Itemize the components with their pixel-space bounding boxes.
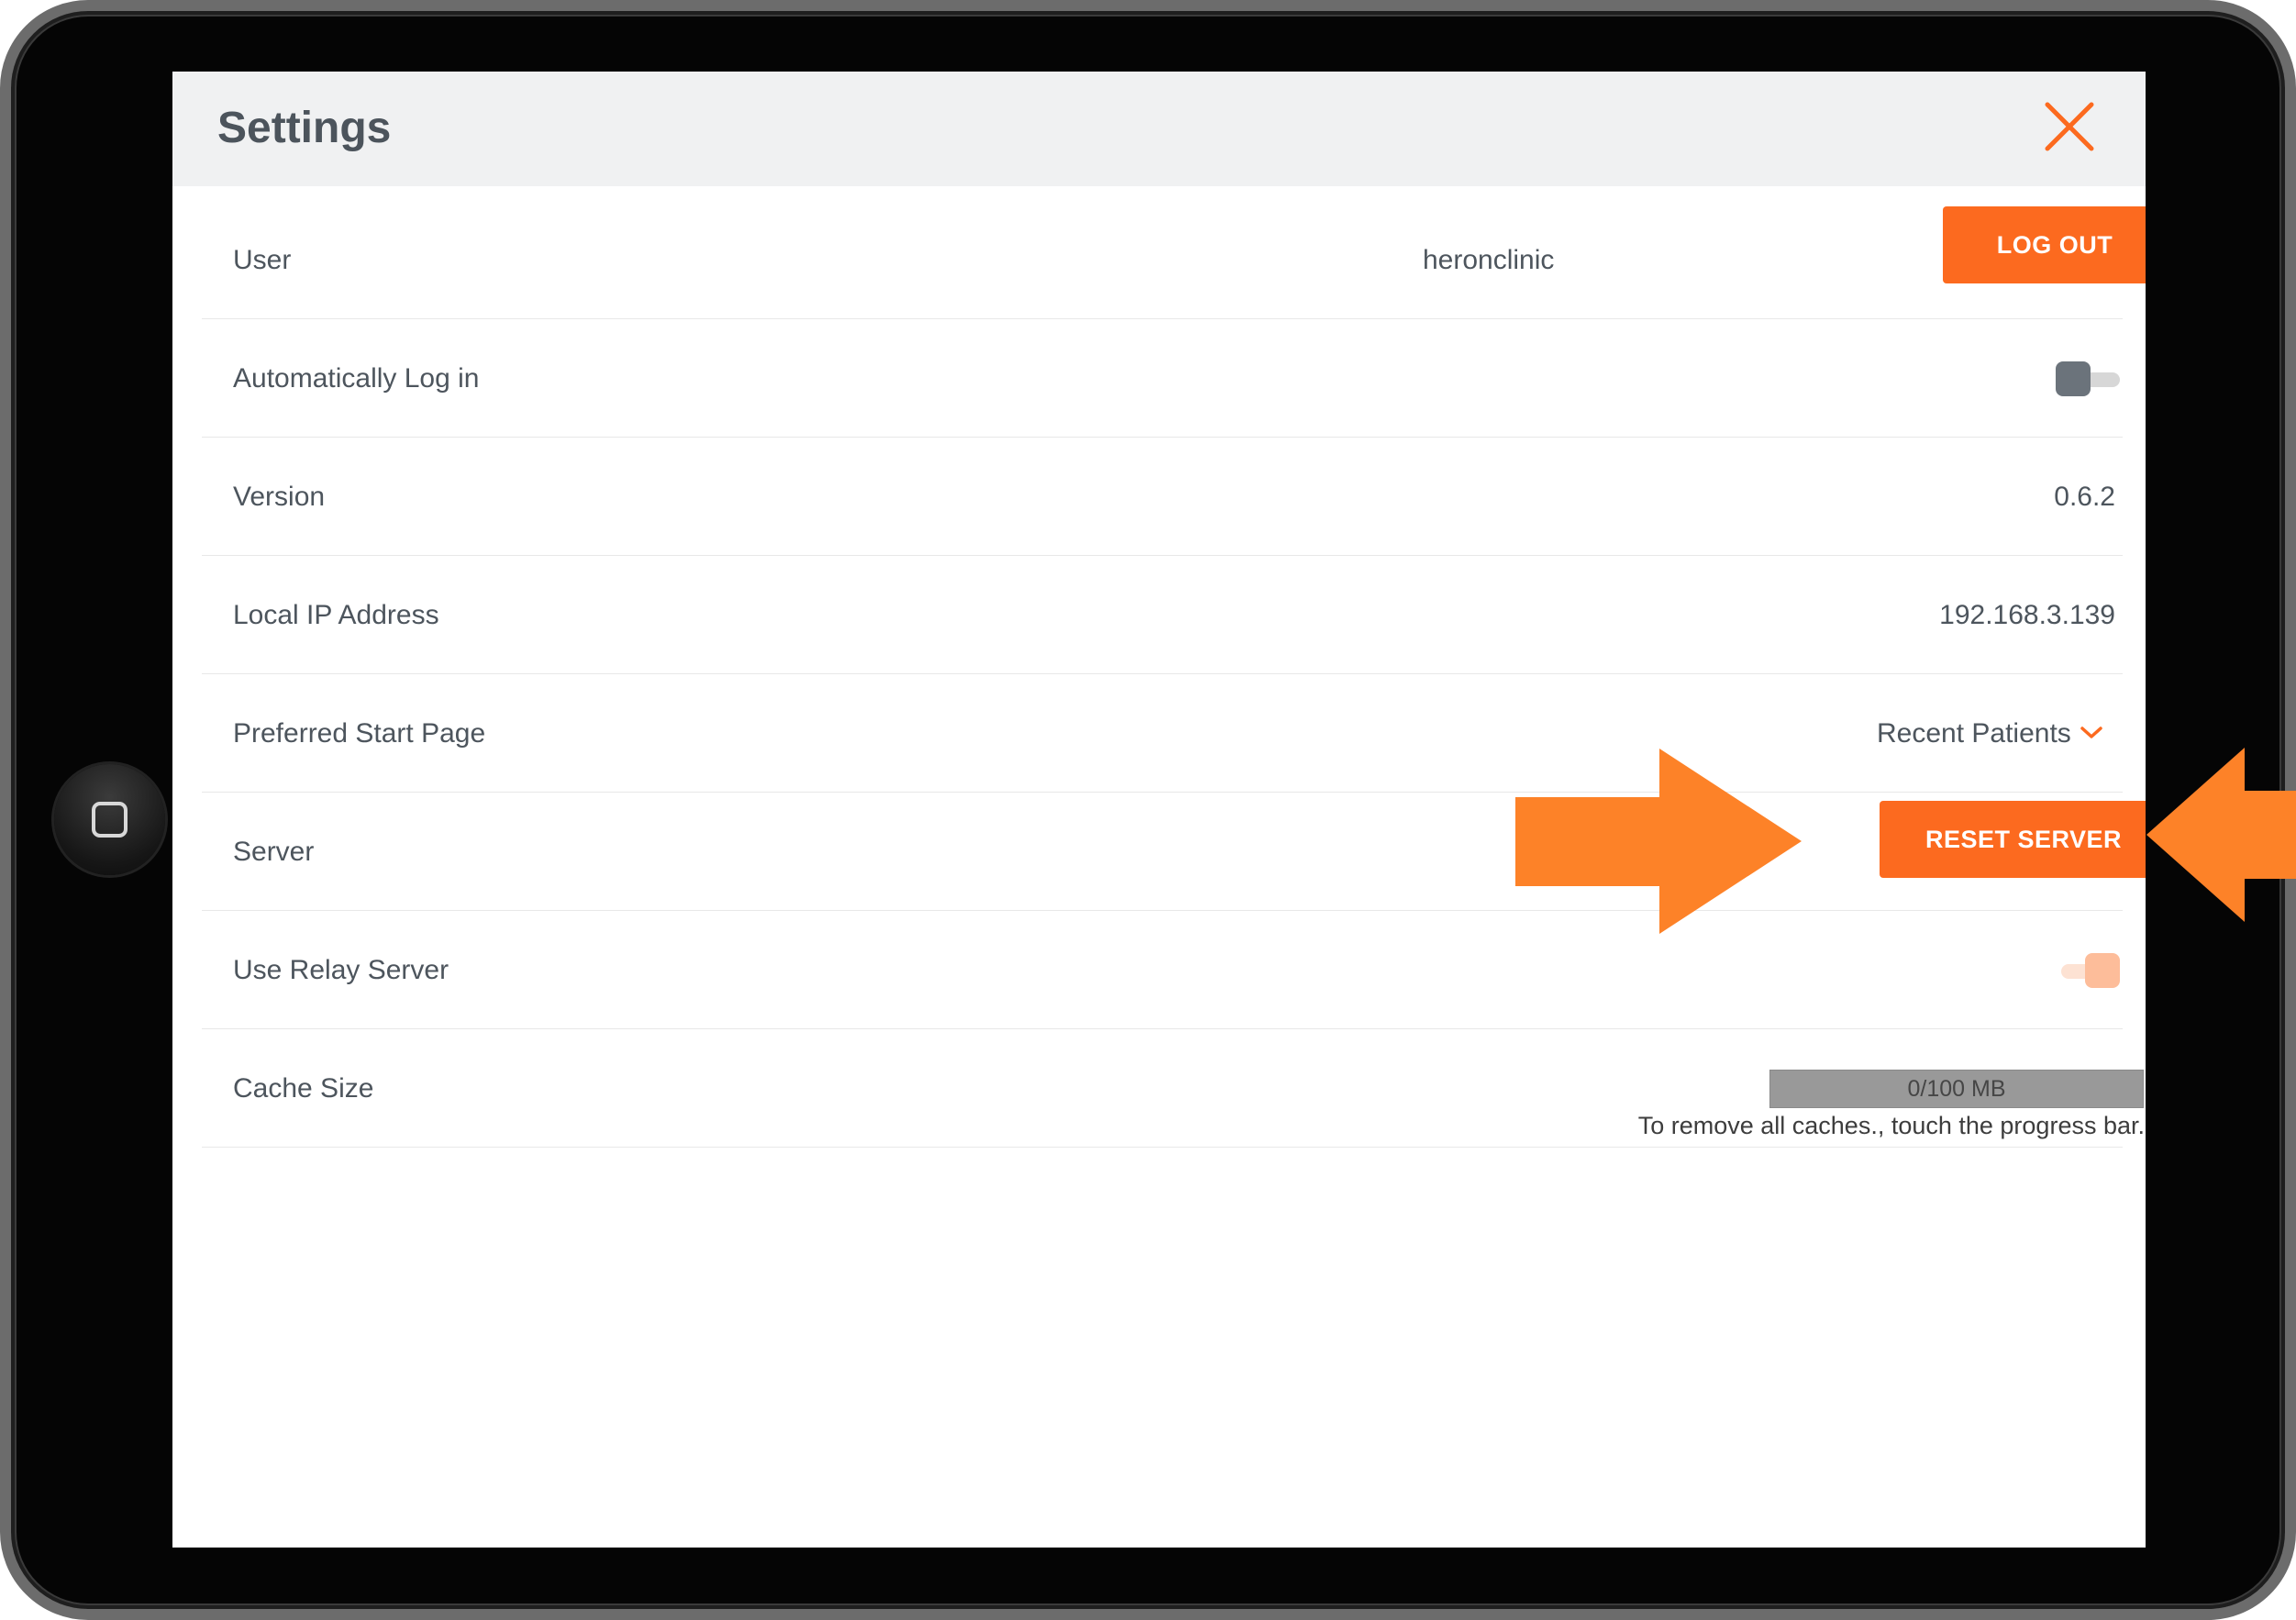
- start-page-select[interactable]: Recent Patients: [1877, 674, 2071, 793]
- annotation-arrow-right-icon: [1515, 749, 1802, 934]
- close-button[interactable]: [2042, 99, 2097, 154]
- row-local-ip: Local IP Address 192.168.3.139: [202, 556, 2123, 674]
- relay-server-toggle[interactable]: [2056, 951, 2122, 988]
- row-version: Version 0.6.2: [202, 438, 2123, 556]
- row-label-server: Server: [233, 837, 315, 867]
- row-label-cache-size: Cache Size: [233, 1073, 374, 1104]
- settings-header: Settings: [172, 72, 2146, 186]
- row-label-version: Version: [233, 482, 326, 512]
- row-relay-server: Use Relay Server: [202, 911, 2123, 1029]
- annotation-arrow-left-icon: [2146, 748, 2296, 922]
- row-label-auto-login: Automatically Log in: [233, 363, 480, 394]
- toggle-thumb: [2085, 953, 2120, 988]
- row-label-local-ip: Local IP Address: [233, 600, 439, 630]
- settings-screen: Settings User heronclinic LOG OUT Automa…: [172, 72, 2146, 1548]
- logout-button[interactable]: LOG OUT: [1943, 206, 2146, 283]
- auto-login-toggle[interactable]: [2056, 360, 2122, 396]
- row-user: User heronclinic LOG OUT: [202, 201, 2146, 319]
- page-title: Settings: [217, 104, 392, 152]
- row-cache-size: Cache Size 0/100 MB To remove all caches…: [202, 1029, 2145, 1148]
- cache-progress-bar[interactable]: 0/100 MB: [1769, 1070, 2144, 1108]
- row-label-user: User: [233, 245, 292, 275]
- cache-progress-text: 0/100 MB: [1907, 1076, 2006, 1102]
- row-server: Server RESET SERVER: [202, 793, 2146, 911]
- chevron-down-icon[interactable]: [2080, 725, 2103, 741]
- home-button-icon: [92, 802, 128, 838]
- toggle-thumb: [2056, 361, 2091, 396]
- row-label-start-page: Preferred Start Page: [233, 718, 486, 749]
- row-label-relay-server: Use Relay Server: [233, 955, 449, 985]
- close-icon: [2045, 102, 2094, 151]
- local-ip-value: 192.168.3.139: [1939, 600, 2115, 630]
- user-value: heronclinic: [1423, 245, 1555, 275]
- version-value: 0.6.2: [2054, 482, 2115, 512]
- row-start-page: Preferred Start Page Recent Patients: [202, 674, 2123, 793]
- home-button[interactable]: [54, 764, 165, 875]
- reset-server-button[interactable]: RESET SERVER: [1880, 801, 2146, 878]
- row-auto-login: Automatically Log in: [202, 319, 2123, 438]
- cache-hint: To remove all caches., touch the progres…: [1637, 1112, 2145, 1139]
